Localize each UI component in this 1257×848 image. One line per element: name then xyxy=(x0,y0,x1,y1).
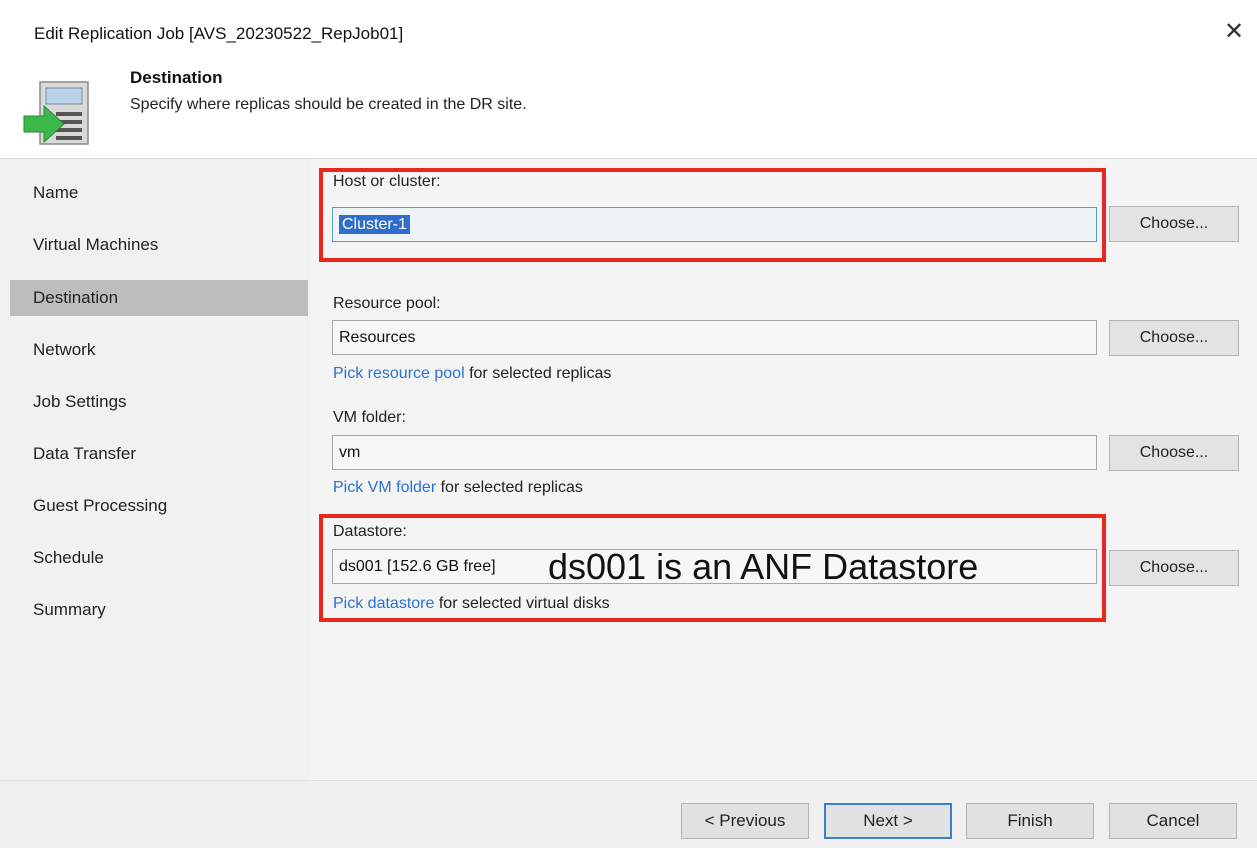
vm-folder-choose-button[interactable]: Choose... xyxy=(1109,435,1239,471)
vm-folder-label: VM folder: xyxy=(333,409,406,426)
vm-folder-link-suffix: for selected replicas xyxy=(440,479,583,496)
vm-folder-link-line: Pick VM folder for selected replicas xyxy=(333,479,583,497)
sidebar-item-network[interactable]: Network xyxy=(10,332,308,368)
resource-pool-link-suffix: for selected replicas xyxy=(469,365,612,382)
cancel-button[interactable]: Cancel xyxy=(1109,803,1237,839)
previous-button[interactable]: < Previous xyxy=(681,803,809,839)
next-button[interactable]: Next > xyxy=(824,803,952,839)
sidebar-item-virtual-machines[interactable]: Virtual Machines xyxy=(10,227,308,263)
sidebar-item-destination[interactable]: Destination xyxy=(10,280,308,316)
sidebar-item-job-settings[interactable]: Job Settings xyxy=(10,384,308,420)
resource-pool-link-line: Pick resource pool for selected replicas xyxy=(333,365,611,383)
sidebar-item-guest-processing[interactable]: Guest Processing xyxy=(10,488,308,524)
window-title: Edit Replication Job [AVS_20230522_RepJo… xyxy=(34,24,404,43)
pick-vm-folder-link[interactable]: Pick VM folder xyxy=(333,479,436,496)
step-title: Destination xyxy=(130,68,223,87)
host-choose-button[interactable]: Choose... xyxy=(1109,206,1239,242)
wizard-footer: < Previous Next > Finish Cancel xyxy=(0,780,1257,848)
step-subtitle: Specify where replicas should be created… xyxy=(130,96,527,113)
datastore-highlight-box xyxy=(319,514,1106,622)
host-highlight-box xyxy=(319,168,1106,262)
resource-pool-choose-button[interactable]: Choose... xyxy=(1109,320,1239,356)
sidebar-item-summary[interactable]: Summary xyxy=(10,592,308,628)
close-icon[interactable]: ✕ xyxy=(1220,18,1248,46)
sidebar-item-name[interactable]: Name xyxy=(10,175,308,211)
title-bar: Edit Replication Job [AVS_20230522_RepJo… xyxy=(0,0,1257,62)
wizard-step-list: Name Virtual Machines Destination Networ… xyxy=(0,159,310,780)
sidebar-item-schedule[interactable]: Schedule xyxy=(10,540,308,576)
datastore-choose-button[interactable]: Choose... xyxy=(1109,550,1239,586)
finish-button[interactable]: Finish xyxy=(966,803,1094,839)
destination-arrow-icon xyxy=(23,81,89,145)
resource-pool-field[interactable]: Resources xyxy=(332,320,1097,355)
step-header: Destination Specify where replicas shoul… xyxy=(0,62,1257,158)
resource-pool-label: Resource pool: xyxy=(333,295,441,312)
vm-folder-field[interactable]: vm xyxy=(332,435,1097,470)
pick-resource-pool-link[interactable]: Pick resource pool xyxy=(333,365,465,382)
sidebar-item-data-transfer[interactable]: Data Transfer xyxy=(10,436,308,472)
